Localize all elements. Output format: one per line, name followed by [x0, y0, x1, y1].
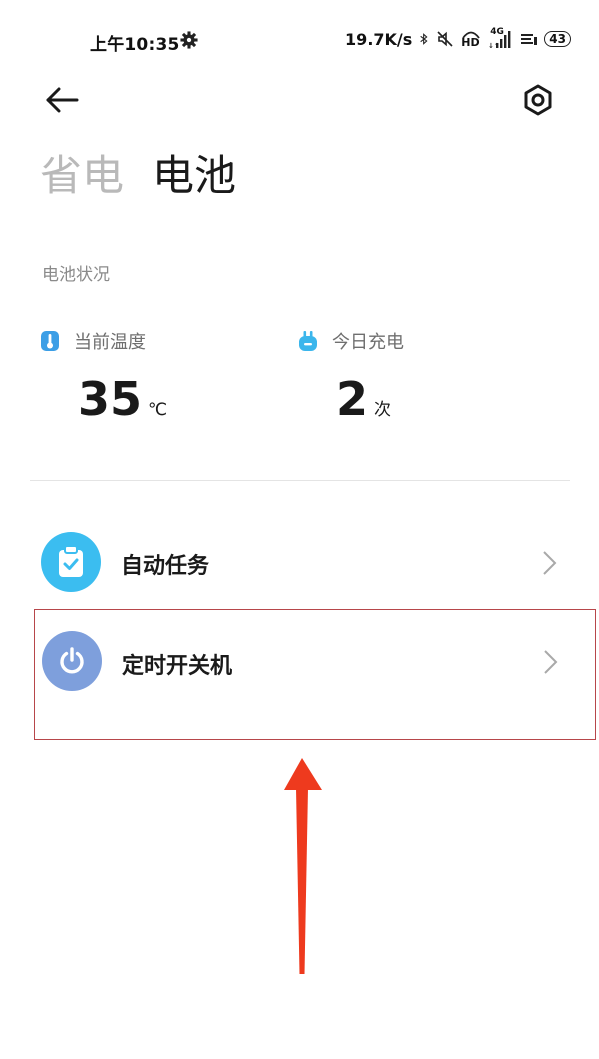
status-icons: 19.7K/s HD 4G ↓↑ 43: [345, 27, 571, 49]
tab-power-saving[interactable]: 省电: [40, 148, 124, 204]
svg-text:↓↑: ↓↑: [488, 42, 500, 49]
list-item-scheduled-power[interactable]: 定时开关机: [34, 609, 596, 740]
battery-screen: 上午10:35 19.7K/s HD 4G ↓↑ 43 省电 电池 电池状况 当…: [0, 0, 599, 1059]
scheduled-power-icon-badge: [42, 631, 102, 691]
tab-bar: 省电 电池: [40, 148, 236, 204]
mute-icon: [437, 31, 453, 47]
status-time: 上午10:35: [90, 35, 180, 55]
hd-icon: HD: [460, 29, 482, 49]
stat-charges-unit: 次: [374, 400, 392, 420]
wifi-icon: [521, 34, 538, 45]
bluetooth-icon: [420, 33, 428, 45]
plug-icon: [299, 331, 317, 351]
list-item-auto-tasks[interactable]: 自动任务: [34, 512, 596, 612]
settings-button[interactable]: [518, 80, 558, 120]
chevron-right-icon: [543, 551, 557, 575]
stat-charges-title: 今日充电: [332, 332, 404, 353]
thermometer-icon: [41, 331, 59, 351]
stat-temperature-unit: ℃: [148, 400, 168, 420]
signal-icon: 4G ↓↑: [488, 27, 514, 49]
tab-battery[interactable]: 电池: [152, 148, 236, 204]
back-arrow-icon: [46, 87, 79, 113]
auto-tasks-label: 自动任务: [121, 554, 210, 579]
stat-temperature: 当前温度 35 ℃: [40, 328, 280, 424]
clipboard-check-icon: [59, 545, 83, 577]
back-button[interactable]: [42, 82, 82, 118]
stat-temperature-title: 当前温度: [74, 332, 146, 353]
gear-icon: [180, 31, 198, 49]
stat-temperature-value: 35: [78, 372, 143, 426]
stat-charges-today: 今日充电 2 次: [298, 328, 538, 424]
power-icon: [60, 647, 84, 674]
section-title-battery-status: 电池状况: [42, 265, 110, 285]
network-speed: 19.7K/s: [345, 29, 413, 49]
battery-icon: 43: [544, 31, 571, 47]
status-bar: 上午10:35 19.7K/s HD 4G ↓↑ 43: [0, 0, 599, 80]
annotation-arrow-icon: [284, 758, 322, 974]
chevron-right-icon: [544, 650, 558, 674]
settings-hex-icon: [524, 84, 552, 116]
stat-charges-value: 2: [336, 372, 369, 426]
divider: [30, 480, 570, 481]
auto-tasks-icon-badge: [41, 532, 101, 592]
scheduled-power-label: 定时开关机: [122, 654, 233, 679]
